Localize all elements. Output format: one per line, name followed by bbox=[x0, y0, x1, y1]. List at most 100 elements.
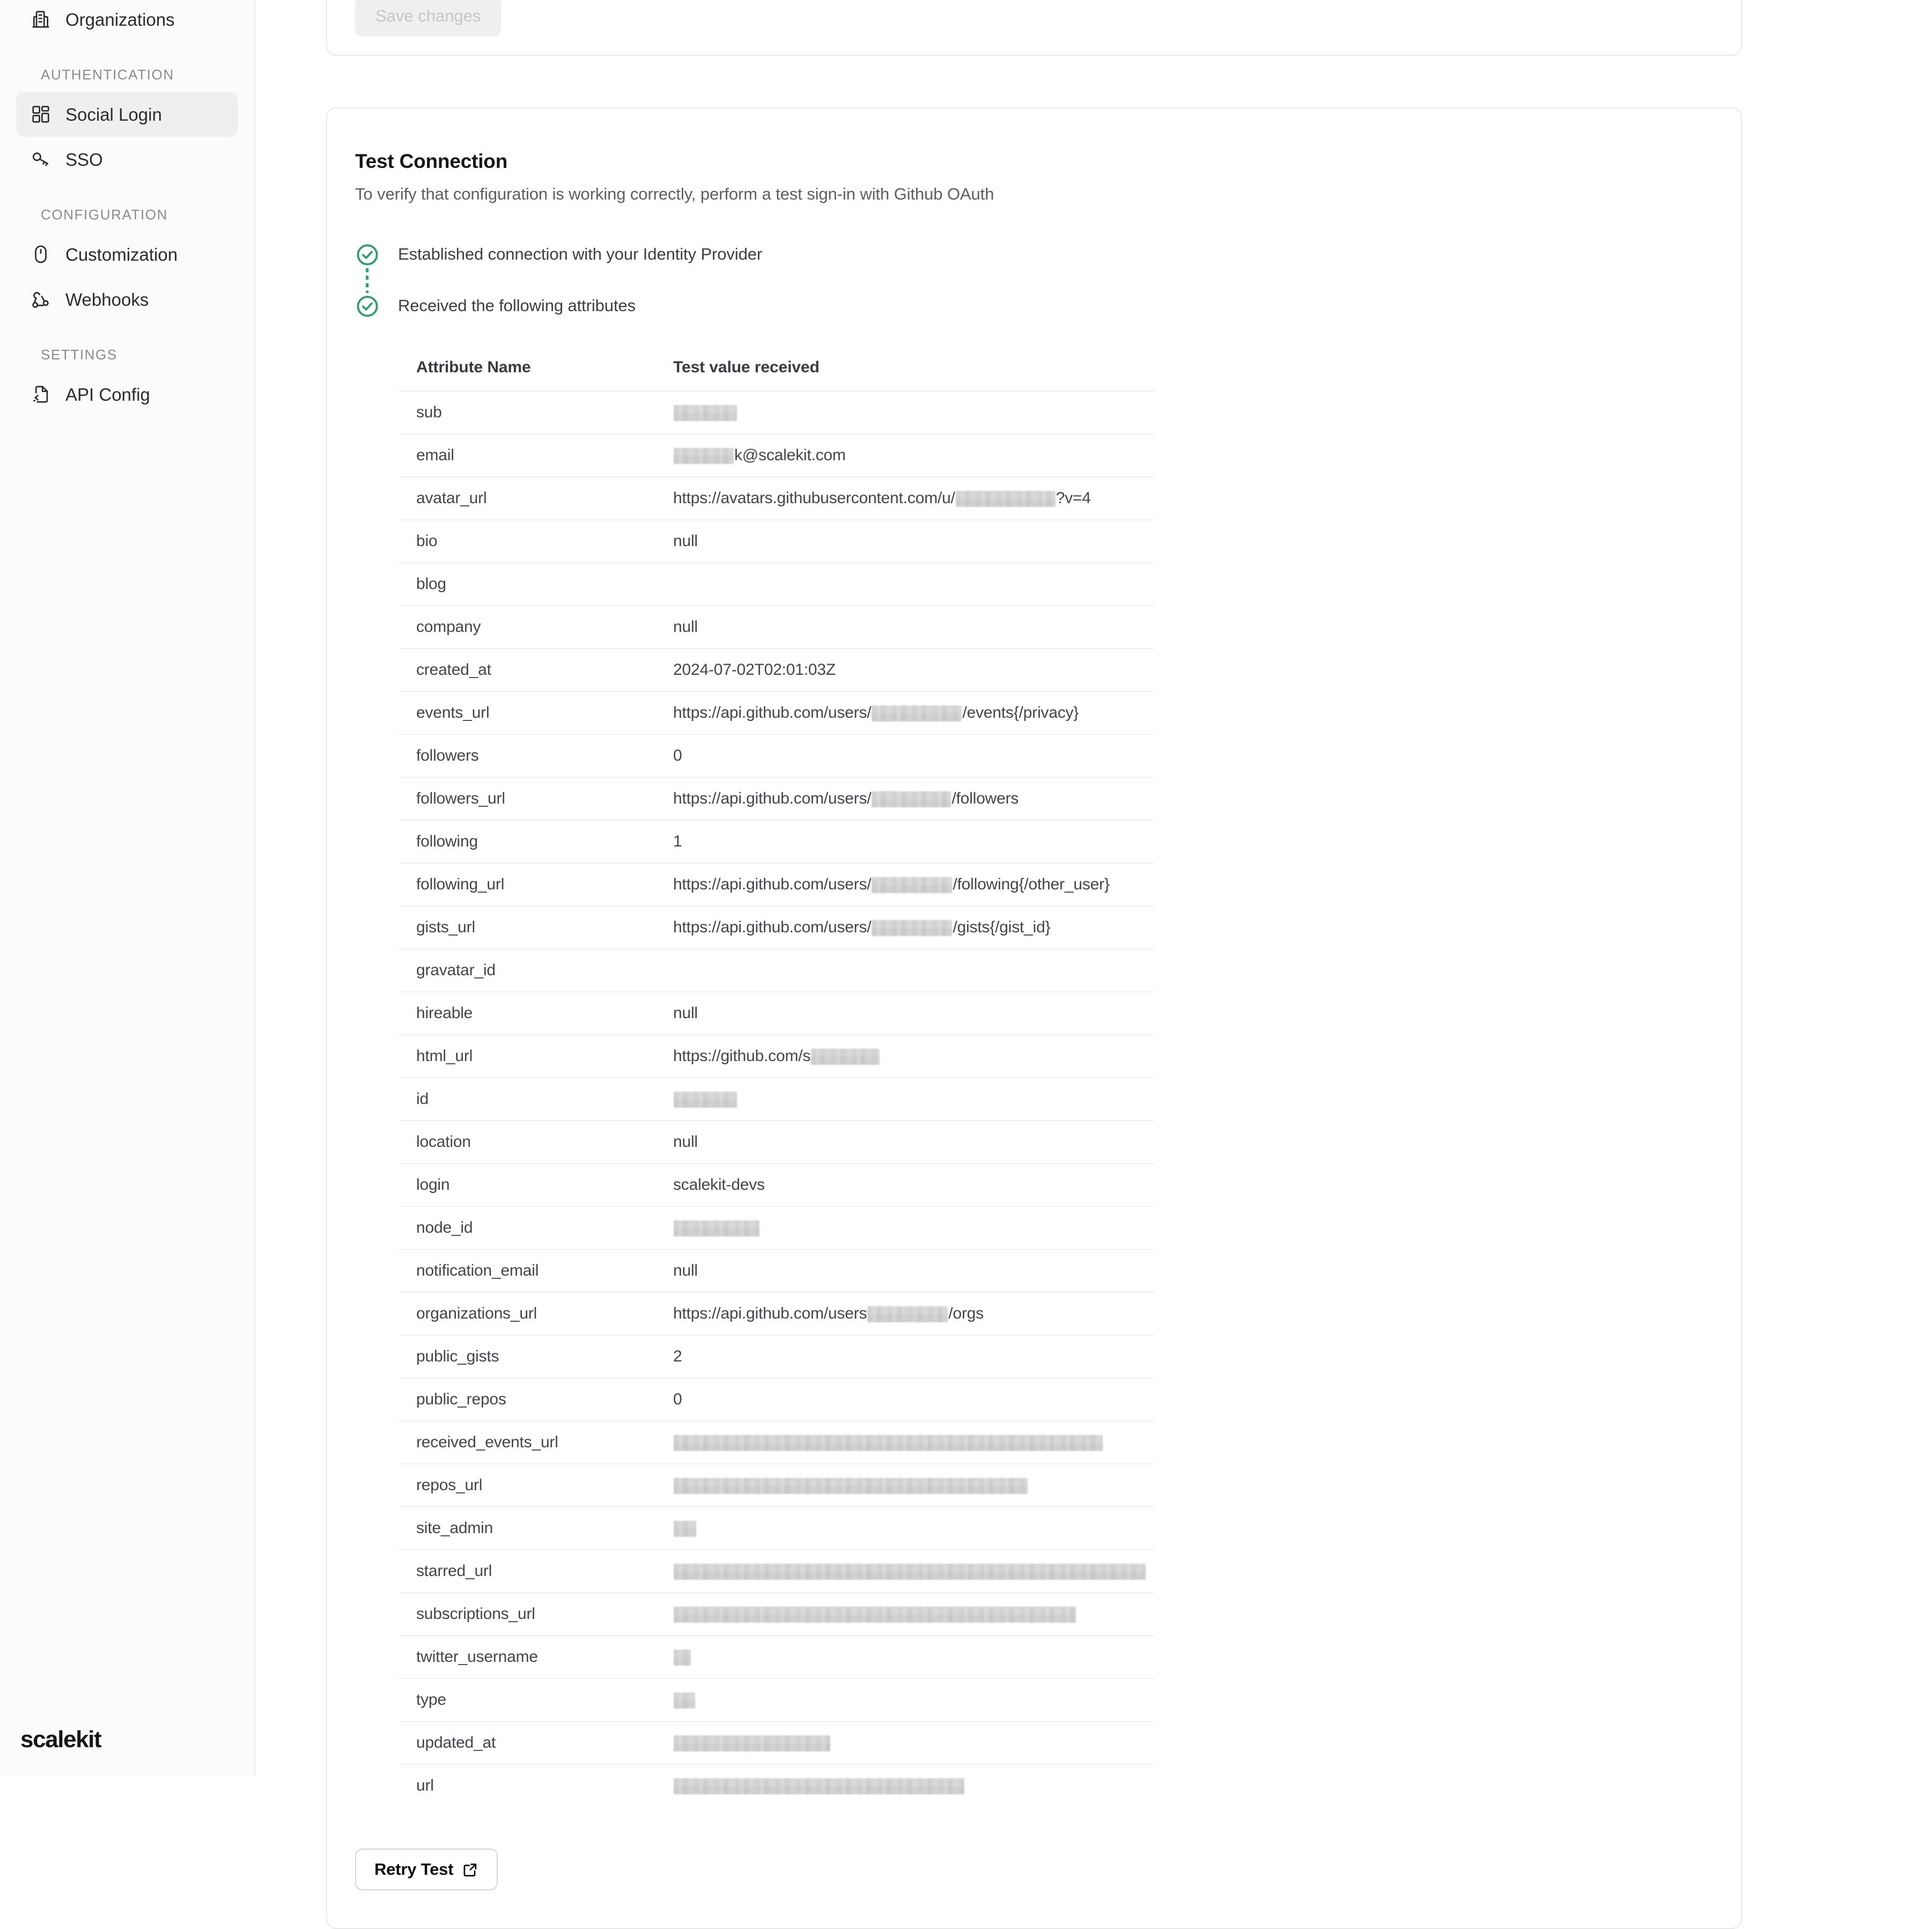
column-header-attribute-name: Attribute Name bbox=[399, 343, 656, 392]
attribute-name-cell: html_url bbox=[399, 1035, 656, 1078]
step-label: Established connection with your Identit… bbox=[398, 245, 763, 263]
sidebar-section-authentication: AUTHENTICATION bbox=[41, 67, 174, 83]
sidebar-item-webhooks[interactable]: Webhooks bbox=[16, 277, 238, 322]
redacted-value bbox=[872, 920, 953, 937]
sidebar-item-organizations[interactable]: Organizations bbox=[16, 0, 238, 42]
attribute-name-cell: avatar_url bbox=[399, 477, 656, 520]
attribute-value-cell bbox=[656, 1550, 1154, 1593]
attribute-value-cell bbox=[656, 949, 1154, 992]
table-row: public_gists 2 bbox=[399, 1335, 1154, 1379]
save-changes-button[interactable]: Save changes bbox=[355, 0, 502, 36]
webhook-icon bbox=[30, 289, 51, 310]
brand-logo[interactable]: scalekit bbox=[20, 1726, 102, 1753]
attribute-name-cell: events_url bbox=[399, 691, 656, 735]
sidebar-item-api-config[interactable]: API Config bbox=[16, 372, 238, 417]
table-row: twitter_username bbox=[399, 1636, 1154, 1679]
attribute-value-cell bbox=[656, 1464, 1154, 1507]
sidebar-item-label: API Config bbox=[65, 384, 150, 404]
sidebar-item-customization[interactable]: Customization bbox=[16, 232, 238, 277]
attribute-value-cell: https://api.github.com/users//gists{/gis… bbox=[656, 906, 1154, 949]
attribute-name-cell: public_repos bbox=[399, 1378, 656, 1422]
section-subtitle: To verify that configuration is working … bbox=[355, 185, 994, 203]
attribute-name-cell: notification_email bbox=[399, 1249, 656, 1293]
attribute-name-cell: created_at bbox=[399, 649, 656, 692]
main-content: Save changes Test Connection To verify t… bbox=[255, 0, 1932, 1929]
redacted-value bbox=[674, 1435, 1103, 1452]
redacted-value bbox=[674, 1521, 696, 1537]
sidebar-item-sso[interactable]: SSO bbox=[16, 137, 238, 182]
table-row: notification_email null bbox=[399, 1249, 1154, 1293]
table-row: following_url https://api.github.com/user… bbox=[399, 863, 1154, 907]
attribute-name-cell: gists_url bbox=[399, 906, 656, 949]
attribute-value-cell: null bbox=[656, 606, 1154, 649]
step-connector-line bbox=[366, 268, 368, 293]
table-row: html_url https://github.com/s bbox=[399, 1035, 1154, 1078]
app-root: Organizations AUTHENTICATION Social Logi… bbox=[0, 0, 1932, 1929]
sidebar-section-settings: SETTINGS bbox=[41, 347, 117, 363]
attribute-value-cell bbox=[656, 391, 1154, 435]
attribute-value-cell: https://github.com/s bbox=[656, 1035, 1154, 1078]
attribute-value-cell: null bbox=[656, 1249, 1154, 1293]
sidebar-item-social-login[interactable]: Social Login bbox=[16, 92, 238, 137]
step-received-attributes: Received the following attributes bbox=[355, 293, 1710, 319]
attribute-value-cell: https://api.github.com/users//events{/pr… bbox=[656, 691, 1154, 735]
table-row: node_id bbox=[399, 1206, 1154, 1250]
attribute-name-cell: starred_url bbox=[399, 1550, 656, 1593]
table-row: updated_at bbox=[399, 1721, 1154, 1765]
redacted-value bbox=[674, 1478, 1028, 1494]
attribute-name-cell: hireable bbox=[399, 992, 656, 1035]
key-icon bbox=[30, 149, 51, 170]
redacted-value bbox=[674, 1650, 691, 1666]
mouse-icon bbox=[30, 244, 51, 265]
redacted-value bbox=[674, 1692, 695, 1709]
attribute-value-cell bbox=[656, 1678, 1154, 1722]
redacted-value bbox=[955, 491, 1056, 507]
redacted-value bbox=[674, 1607, 1076, 1623]
attribute-name-cell: subscriptions_url bbox=[399, 1593, 656, 1636]
column-header-test-value: Test value received bbox=[656, 343, 1154, 392]
table-row: email k@scalekit.com bbox=[399, 434, 1154, 477]
attribute-name-cell: location bbox=[399, 1121, 656, 1164]
attribute-value-cell bbox=[656, 1421, 1154, 1464]
card-test-connection: Test Connection To verify that configura… bbox=[326, 107, 1742, 1929]
attribute-value-cell bbox=[656, 1721, 1154, 1765]
redacted-value bbox=[674, 405, 737, 422]
attribute-name-cell: repos_url bbox=[399, 1464, 656, 1507]
retry-test-button[interactable]: Retry Test bbox=[355, 1849, 498, 1890]
test-steps: Established connection with your Identit… bbox=[355, 241, 1710, 319]
attribute-value-cell bbox=[656, 1593, 1154, 1636]
table-row: subscriptions_url bbox=[399, 1593, 1154, 1636]
table-row: events_url https://api.github.com/users//… bbox=[399, 691, 1154, 735]
attribute-value-cell bbox=[656, 1078, 1154, 1121]
attribute-name-cell: followers_url bbox=[399, 777, 656, 821]
table-row: organizations_url https://api.github.com/… bbox=[399, 1292, 1154, 1336]
attribute-name-cell: node_id bbox=[399, 1206, 656, 1250]
redacted-value bbox=[867, 1306, 948, 1323]
sidebar-item-label: Social Login bbox=[65, 104, 162, 124]
table-row: login scalekit-devs bbox=[399, 1164, 1154, 1207]
redacted-value bbox=[674, 1735, 830, 1752]
table-row: url bbox=[399, 1764, 1154, 1807]
table-row: created_at 2024-07-02T02:01:03Z bbox=[399, 649, 1154, 692]
file-code-icon bbox=[30, 384, 51, 405]
check-circle-icon bbox=[355, 242, 380, 267]
attribute-value-cell bbox=[656, 1206, 1154, 1250]
redacted-value bbox=[811, 1049, 880, 1065]
table-row: location null bbox=[399, 1121, 1154, 1164]
attribute-name-cell: bio bbox=[399, 520, 656, 563]
redacted-value bbox=[674, 1092, 737, 1108]
attribute-name-cell: updated_at bbox=[399, 1721, 656, 1765]
external-link-icon bbox=[462, 1861, 478, 1878]
attribute-name-cell: gravatar_id bbox=[399, 949, 656, 992]
sidebar-item-label: Organizations bbox=[65, 9, 175, 30]
attribute-name-cell: organizations_url bbox=[399, 1292, 656, 1336]
redacted-value bbox=[674, 1778, 964, 1795]
table-row: id bbox=[399, 1078, 1154, 1121]
attribute-value-cell bbox=[656, 1507, 1154, 1550]
sidebar-nav-top: Organizations AUTHENTICATION Social Logi… bbox=[0, 0, 254, 417]
redacted-value bbox=[674, 448, 734, 465]
table-row: followers_url https://api.github.com/user… bbox=[399, 777, 1154, 821]
sidebar-item-label: SSO bbox=[65, 149, 103, 170]
attribute-name-cell: sub bbox=[399, 391, 656, 435]
table-row: followers 0 bbox=[399, 734, 1154, 778]
